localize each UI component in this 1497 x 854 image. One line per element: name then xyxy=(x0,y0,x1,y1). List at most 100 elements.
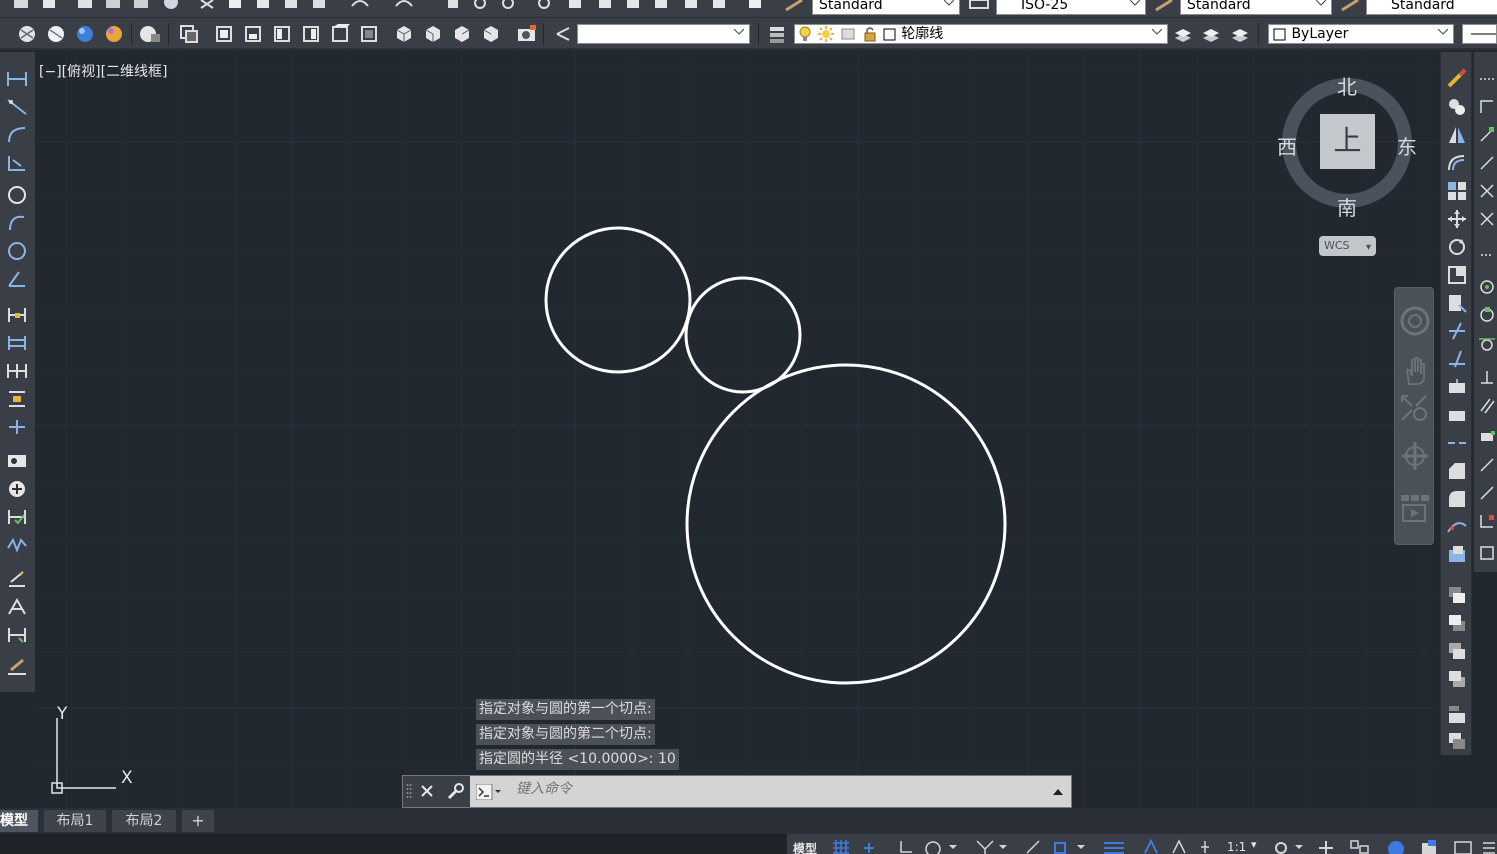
break-icon[interactable] xyxy=(5,416,29,438)
snap-none-icon[interactable] xyxy=(1478,512,1496,530)
compass-east[interactable]: 东 xyxy=(1397,131,1417,160)
showmotion-icon[interactable] xyxy=(1398,493,1432,525)
dimension-style-icon[interactable] xyxy=(5,656,29,678)
trim-icon[interactable] xyxy=(1446,320,1468,342)
view-bottom-icon[interactable] xyxy=(243,24,263,44)
copy-icon[interactable] xyxy=(226,0,244,10)
lock-icon[interactable] xyxy=(862,25,878,43)
view-select[interactable] xyxy=(577,24,750,44)
view-right-icon[interactable] xyxy=(301,24,321,44)
zoom-extents-icon[interactable] xyxy=(1398,392,1432,424)
markup-icon[interactable] xyxy=(682,0,700,10)
mirror-icon[interactable] xyxy=(1446,124,1468,146)
drag-handle-icon[interactable] xyxy=(406,783,412,801)
tolerance-icon[interactable] xyxy=(5,450,29,472)
quick-dimension-icon[interactable] xyxy=(5,304,29,326)
send-under-icon[interactable] xyxy=(1446,668,1468,690)
pan-icon[interactable] xyxy=(444,0,462,10)
snap-temporary-track-icon[interactable] xyxy=(1478,70,1496,88)
preview-icon[interactable] xyxy=(104,0,122,10)
sun-icon[interactable] xyxy=(817,25,835,43)
object-snap-tracking-icon[interactable] xyxy=(1025,839,1043,854)
viewcube[interactable]: 上 北 南 西 东 xyxy=(1277,75,1417,220)
snap-apparent-intersection-icon[interactable] xyxy=(1478,210,1496,228)
help-icon[interactable] xyxy=(746,0,764,10)
snap-perpendicular-icon[interactable] xyxy=(1478,368,1496,386)
layer-properties-icon[interactable] xyxy=(767,24,789,44)
circle-small-left[interactable] xyxy=(544,226,692,374)
zoom-realtime-icon[interactable] xyxy=(472,0,490,10)
block-editor-icon[interactable] xyxy=(310,0,328,10)
send-to-back-icon[interactable] xyxy=(1446,612,1468,634)
inspect-icon[interactable] xyxy=(5,506,29,528)
view-se-iso-icon[interactable] xyxy=(423,24,443,44)
explode-icon[interactable] xyxy=(1446,544,1468,566)
snap-tangent-icon[interactable] xyxy=(1478,334,1496,352)
arc-icon[interactable] xyxy=(5,212,29,234)
ellipse-icon[interactable] xyxy=(5,240,29,262)
copy-object-icon[interactable] xyxy=(1446,96,1468,118)
command-input-area[interactable] xyxy=(470,776,1071,807)
viewcube-face-top[interactable]: 上 xyxy=(1320,114,1375,169)
cut-icon[interactable] xyxy=(198,0,216,10)
move-icon[interactable] xyxy=(1446,208,1468,230)
add-layout-button[interactable]: + xyxy=(182,810,214,832)
table-style-select[interactable]: Standard xyxy=(1180,0,1332,15)
print-icon[interactable] xyxy=(76,0,94,10)
redo-icon[interactable] xyxy=(394,0,418,10)
hardware-acceleration-icon[interactable] xyxy=(1419,839,1441,854)
continue-icon[interactable] xyxy=(5,360,29,382)
tool-palettes-icon[interactable] xyxy=(624,0,642,10)
ucs-previous-icon[interactable] xyxy=(553,24,573,44)
extend-icon[interactable] xyxy=(1446,348,1468,370)
erase-icon[interactable] xyxy=(1446,68,1468,90)
dim-style-select[interactable]: ISO-25 xyxy=(996,0,1146,15)
circle-icon[interactable] xyxy=(5,184,29,206)
properties-icon[interactable] xyxy=(566,0,584,10)
layer-states-icon[interactable] xyxy=(1229,24,1251,44)
ortho-icon[interactable] xyxy=(897,839,915,854)
view-nw-iso-icon[interactable] xyxy=(481,24,501,44)
snap-midpoint-icon[interactable] xyxy=(1478,154,1496,172)
globe-icon[interactable] xyxy=(162,0,180,10)
linetype-select[interactable] xyxy=(1462,24,1497,44)
fillet-icon[interactable] xyxy=(1446,488,1468,510)
array-icon[interactable] xyxy=(1446,180,1468,202)
tab-layout2[interactable]: 布局2 xyxy=(112,810,176,832)
publish-icon[interactable] xyxy=(132,0,150,10)
isodraft-icon[interactable] xyxy=(973,839,1009,854)
hatch-to-back-icon[interactable] xyxy=(1446,730,1468,752)
snap-mode-icon[interactable] xyxy=(862,839,880,854)
dimension-text-edit-icon[interactable] xyxy=(5,596,29,618)
annotation-visibility-icon[interactable] xyxy=(1141,839,1161,854)
grid-icon[interactable] xyxy=(832,839,850,854)
match-properties-icon[interactable] xyxy=(282,0,300,10)
view-sw-iso-icon[interactable] xyxy=(394,24,414,44)
center-mark-icon[interactable] xyxy=(5,478,29,500)
circle-large[interactable] xyxy=(685,363,1007,685)
arc-dimension-icon[interactable] xyxy=(5,124,29,146)
tab-layout1[interactable]: 布局1 xyxy=(44,810,106,832)
scale-icon[interactable] xyxy=(1446,264,1468,286)
visual-style-realistic-icon[interactable] xyxy=(75,24,95,44)
snap-quadrant-icon[interactable] xyxy=(1478,306,1496,324)
view-ne-iso-icon[interactable] xyxy=(452,24,472,44)
design-center-icon[interactable] xyxy=(596,0,614,10)
viewport-freeze-icon[interactable] xyxy=(840,25,858,43)
text-style-icon[interactable] xyxy=(784,0,806,12)
line-icon[interactable] xyxy=(5,68,29,90)
offset-icon[interactable] xyxy=(1446,152,1468,174)
break-object-icon[interactable] xyxy=(1446,404,1468,426)
camera-icon[interactable] xyxy=(516,24,538,44)
wrench-icon[interactable] xyxy=(445,782,465,802)
chamfer-icon[interactable] xyxy=(1446,460,1468,482)
view-back-icon[interactable] xyxy=(359,24,379,44)
zoom-previous-icon[interactable] xyxy=(536,0,554,10)
text-above-icon[interactable] xyxy=(1446,704,1468,726)
snap-parallel-icon[interactable] xyxy=(1478,396,1496,414)
model-space-toggle[interactable]: 模型 xyxy=(793,840,817,854)
save-icon[interactable] xyxy=(40,0,58,10)
multileader-style-select[interactable]: Standard xyxy=(1366,0,1497,15)
bring-to-front-icon[interactable] xyxy=(1446,584,1468,606)
visual-style-hidden-icon[interactable] xyxy=(46,24,66,44)
